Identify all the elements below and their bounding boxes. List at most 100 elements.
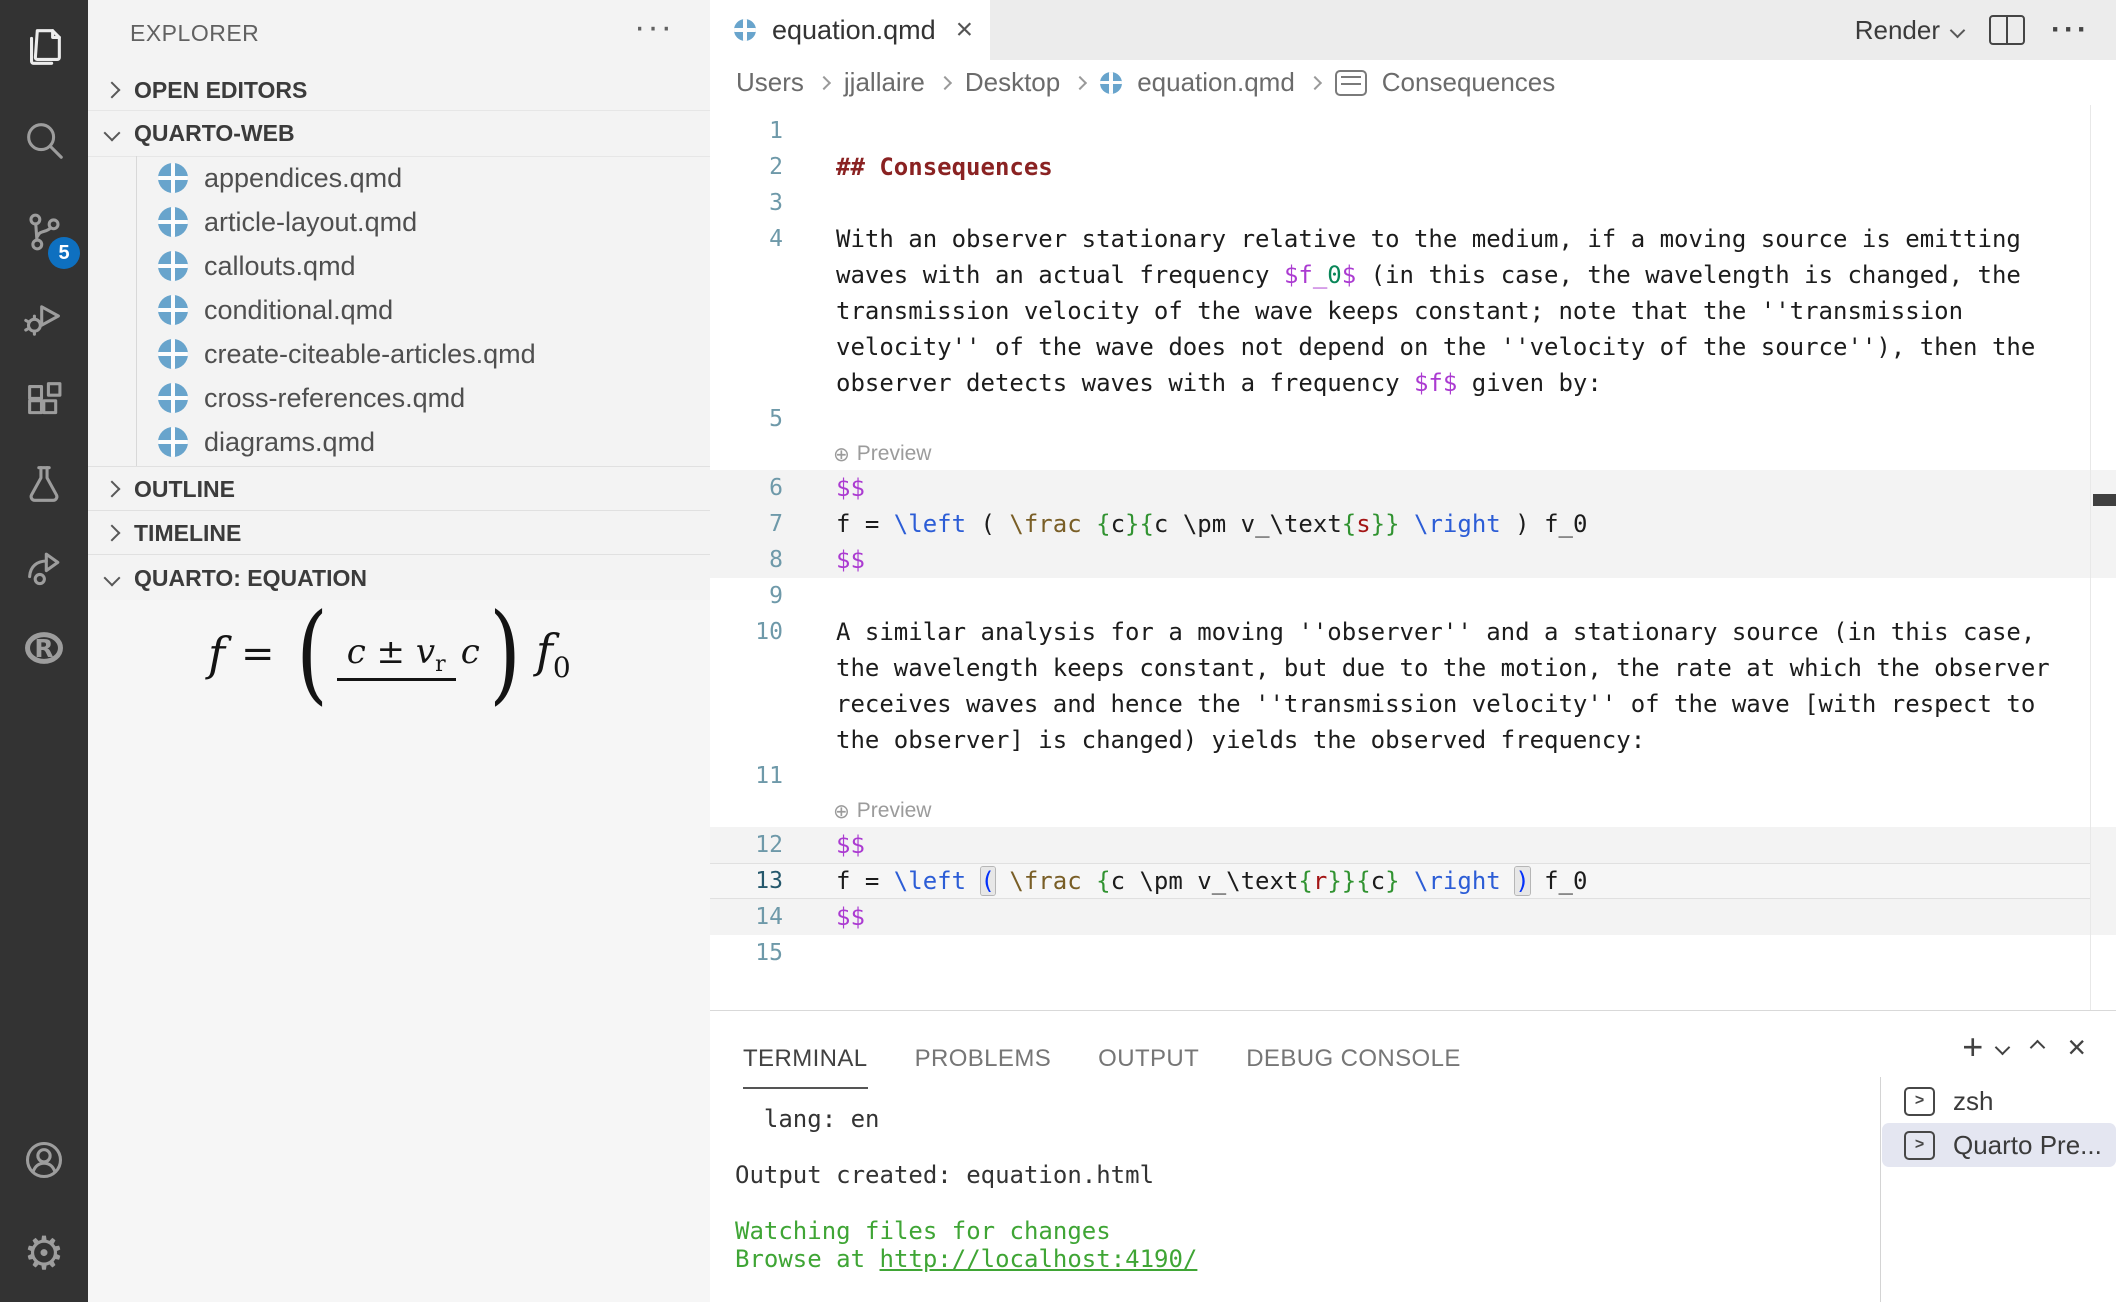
terminal-list-item-quarto-pre-[interactable]: >Quarto Pre... (1882, 1123, 2116, 1167)
r-lang-icon[interactable]: R (0, 603, 88, 693)
breadcrumb-item[interactable]: Consequences (1382, 67, 1555, 98)
panel-tabs: TERMINAL PROBLEMS OUTPUT DEBUG CONSOLE (743, 1045, 1461, 1089)
editor-line-7[interactable]: 7f = \left ( \frac {c}{c \pm v_\text{s}}… (710, 506, 2116, 542)
breadcrumb-separator-icon (938, 75, 952, 89)
editor-line-9[interactable]: 9 (710, 578, 2116, 614)
code-token: $$ (836, 546, 865, 574)
publish-icon[interactable] (0, 521, 88, 611)
terminal-text: Watching files for changes (735, 1217, 1111, 1245)
terminal-list-item-zsh[interactable]: >zsh (1882, 1079, 2116, 1123)
editor-wrapped-line[interactable]: the observer] is changed) yields the obs… (710, 722, 2116, 758)
editor-line-1[interactable]: 1 (710, 113, 2116, 149)
new-terminal-icon[interactable]: + (1962, 1029, 1983, 1065)
editor-line-12[interactable]: 12$$ (710, 827, 2116, 863)
terminal-dropdown-icon[interactable] (1995, 1039, 2011, 1055)
more-actions-icon[interactable]: ··· (2051, 13, 2090, 47)
line-content: ## Consequences (783, 149, 1053, 185)
breadcrumb-item[interactable]: Desktop (965, 67, 1060, 98)
line-content (783, 113, 836, 149)
equation-lhs: f (208, 627, 225, 681)
code-token: With an observer stationary relative to … (836, 225, 2021, 253)
file-item-cross-references-qmd[interactable]: cross-references.qmd (88, 376, 710, 420)
panel-tab-problems[interactable]: PROBLEMS (915, 1045, 1052, 1089)
editor-wrapped-line[interactable]: velocity'' of the wave does not depend o… (710, 329, 2116, 365)
code-token: { (1139, 510, 1153, 538)
maximize-panel-icon[interactable] (2030, 1039, 2046, 1055)
editor-line-3[interactable]: 3 (710, 185, 2116, 221)
section-outline[interactable]: OUTLINE (88, 466, 710, 511)
editor-wrapped-line[interactable]: receives waves and hence the ''transmiss… (710, 686, 2116, 722)
terminal-list-divider[interactable] (1880, 1077, 1881, 1302)
terminal-link[interactable]: http://localhost:4190/ (880, 1245, 1198, 1273)
editor-wrapped-line[interactable]: observer detects waves with a frequency … (710, 365, 2116, 401)
tab-close-icon[interactable]: × (956, 15, 974, 45)
search-icon[interactable] (0, 95, 88, 185)
breadcrumb-item[interactable]: equation.qmd (1137, 67, 1295, 98)
extensions-icon[interactable] (0, 355, 88, 445)
file-item-article-layout-qmd[interactable]: article-layout.qmd (88, 200, 710, 244)
file-item-callouts-qmd[interactable]: callouts.qmd (88, 244, 710, 288)
editor-line-8[interactable]: 8$$ (710, 542, 2116, 578)
terminal-text: Output created: equation.html (735, 1161, 1154, 1189)
editor-line-2[interactable]: 2## Consequences (710, 149, 2116, 185)
source-control-icon[interactable]: 5 (0, 187, 88, 277)
code-token: s (1356, 510, 1370, 538)
editor-line-13[interactable]: 13f = \left ( \frac {c \pm v_\text{r}}{c… (710, 863, 2116, 899)
code-editor[interactable]: 12## Consequences34With an observer stat… (710, 105, 2116, 1018)
preview-code-lens[interactable]: ⊕Preview (710, 437, 2116, 470)
editor-line-6[interactable]: 6$$ (710, 470, 2116, 506)
editor-line-4[interactable]: 4With an observer stationary relative to… (710, 221, 2116, 257)
explorer-more-actions-button[interactable]: ··· (634, 8, 674, 47)
editor-line-10[interactable]: 10A similar analysis for a moving ''obse… (710, 614, 2116, 650)
preview-code-lens[interactable]: ⊕Preview (710, 794, 2116, 827)
file-name: article-layout.qmd (204, 207, 417, 238)
section-label: QUARTO-WEB (134, 120, 295, 147)
testing-icon[interactable] (0, 439, 88, 529)
explorer-sidebar: EXPLORER ··· OPEN EDITORS QUARTO-WEB app… (88, 0, 710, 1302)
editor-line-11[interactable]: 11 (710, 758, 2116, 794)
file-item-appendices-qmd[interactable]: appendices.qmd (88, 156, 710, 200)
panel-tab-debug-console[interactable]: DEBUG CONSOLE (1246, 1045, 1461, 1089)
line-content (783, 578, 836, 614)
chevron-right-icon (104, 481, 121, 498)
scm-badge: 5 (48, 237, 80, 269)
code-token: { (1298, 867, 1312, 895)
editor-wrapped-line[interactable]: waves with an actual frequency $f_0$ (in… (710, 257, 2116, 293)
line-number: 14 (710, 899, 783, 935)
quarto-file-icon (158, 427, 188, 457)
editor-wrapped-line[interactable]: the wavelength keeps constant, but due t… (710, 650, 2116, 686)
editor-line-15[interactable]: 15 (710, 935, 2116, 971)
file-item-create-citeable-articles-qmd[interactable]: create-citeable-articles.qmd (88, 332, 710, 376)
editor-wrapped-line[interactable]: transmission velocity of the wave keeps … (710, 293, 2116, 329)
symbol-section-icon (1335, 70, 1367, 96)
breadcrumb-separator-icon (1073, 75, 1087, 89)
section-workspace-quarto-web[interactable]: QUARTO-WEB (88, 110, 710, 157)
account-icon[interactable] (0, 1115, 88, 1205)
file-item-conditional-qmd[interactable]: conditional.qmd (88, 288, 710, 332)
editor-line-5[interactable]: 5 (710, 401, 2116, 437)
code-token: receives waves and hence the ''transmiss… (836, 690, 2035, 718)
code-token: ( (966, 510, 1009, 538)
line-number (710, 293, 783, 329)
terminal-output[interactable]: lang: en Output created: equation.html W… (735, 1105, 1197, 1273)
quarto-file-icon (158, 383, 188, 413)
breadcrumb-item[interactable]: Users (736, 67, 804, 98)
breadcrumb-item[interactable]: jjallaire (844, 67, 925, 98)
panel-tab-terminal[interactable]: TERMINAL (743, 1045, 868, 1089)
tab-label: equation.qmd (772, 15, 936, 46)
terminal-icon: > (1904, 1087, 1935, 1116)
line-number: 7 (710, 506, 783, 542)
explorer-icon[interactable] (0, 2, 88, 92)
panel-tab-output[interactable]: OUTPUT (1098, 1045, 1199, 1089)
section-quarto-equation[interactable]: QUARTO: EQUATION (88, 554, 710, 601)
render-button[interactable]: Render (1855, 15, 1963, 46)
section-open-editors[interactable]: OPEN EDITORS (88, 70, 710, 111)
split-editor-icon[interactable] (1989, 15, 2025, 45)
file-item-diagrams-qmd[interactable]: diagrams.qmd (88, 420, 710, 464)
section-timeline[interactable]: TIMELINE (88, 510, 710, 555)
editor-line-14[interactable]: 14$$ (710, 899, 2116, 935)
settings-icon[interactable]: ⚙ (0, 1208, 88, 1298)
run-debug-icon[interactable] (0, 271, 88, 361)
close-panel-icon[interactable]: × (2067, 1031, 2086, 1063)
tab-equation-qmd[interactable]: equation.qmd × (710, 0, 990, 60)
